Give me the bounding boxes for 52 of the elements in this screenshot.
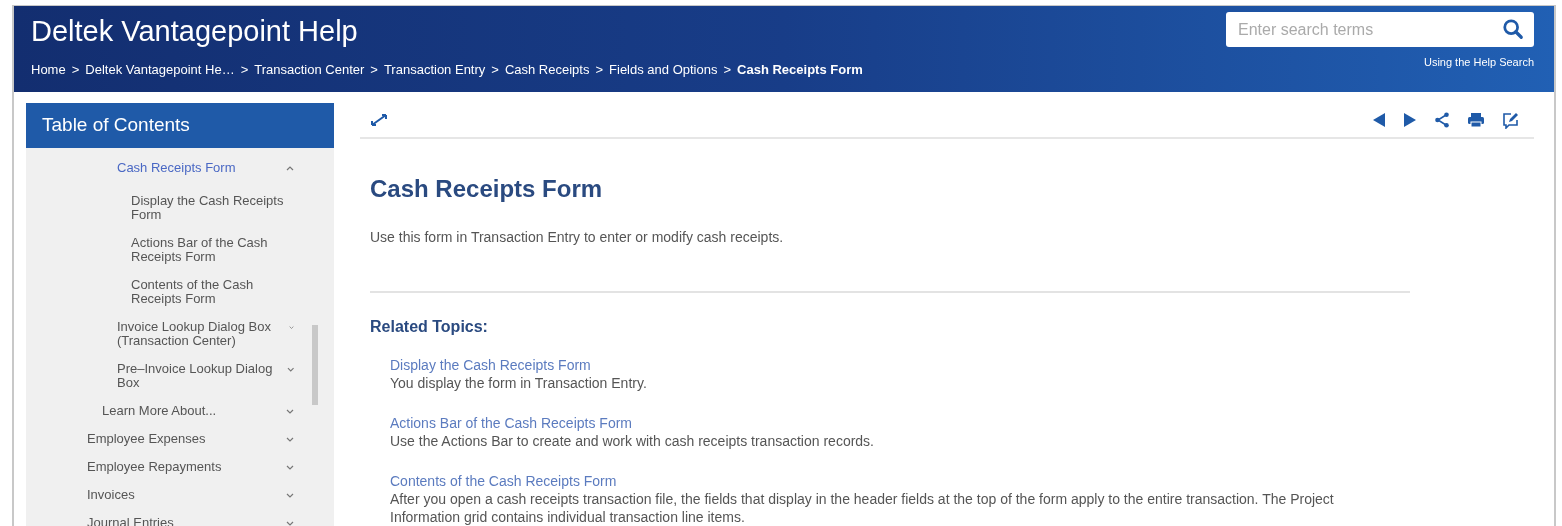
- toc-header: Table of Contents: [26, 103, 334, 148]
- caret-down-icon[interactable]: [286, 493, 294, 498]
- caret-down-icon[interactable]: [286, 465, 294, 470]
- share-icon[interactable]: [1434, 112, 1450, 128]
- site-title: Deltek Vantagepoint Help: [31, 14, 359, 49]
- page-heading: Cash Receipts Form: [370, 174, 604, 204]
- feedback-icon[interactable]: [1502, 111, 1519, 129]
- previous-icon[interactable]: [1372, 112, 1386, 128]
- breadcrumb-separator: >: [370, 61, 378, 79]
- breadcrumb-link[interactable]: Home: [31, 60, 66, 80]
- toc-item[interactable]: Contents of the Cash Receipts Form: [131, 278, 294, 306]
- toc-item[interactable]: Pre–Invoice Lookup Dialog Box: [117, 362, 287, 390]
- breadcrumb-separator: >: [723, 61, 732, 79]
- topic-link[interactable]: Contents of the Cash Receipts Form: [390, 472, 617, 490]
- caret-up-icon[interactable]: [286, 166, 294, 171]
- breadcrumb-separator: >: [240, 61, 249, 79]
- search-help-link[interactable]: Using the Help Search: [1423, 54, 1534, 71]
- toc-item[interactable]: Learn More About...: [102, 404, 217, 418]
- toc-item[interactable]: Cash Receipts Form: [117, 161, 236, 175]
- breadcrumb-link[interactable]: Transaction Center: [254, 60, 365, 80]
- caret-down-icon[interactable]: [286, 521, 294, 526]
- scrollbar-thumb[interactable]: [312, 325, 318, 405]
- toc-item[interactable]: Display the Cash Receipts Form: [131, 194, 294, 222]
- breadcrumb-link[interactable]: Deltek Vantagepoint He…: [85, 60, 235, 80]
- caret-down-icon[interactable]: [286, 367, 294, 372]
- topic-description: After you open a cash receipts transaction file, the fields that display in the header fields at the top of the form apply to the entire transaction. The Project Information grid contains individual transaction line items.: [390, 490, 1335, 526]
- topic-description: Use the Actions Bar to create and work with cash receipts transaction records.: [390, 432, 874, 450]
- caret-down-icon[interactable]: [286, 437, 294, 442]
- next-icon[interactable]: [1403, 112, 1417, 128]
- breadcrumb-separator: >: [491, 61, 499, 79]
- section-heading: Related Topics:: [370, 317, 489, 337]
- topic-description: You display the form in Transaction Entry.: [390, 374, 647, 392]
- breadcrumb-link[interactable]: Cash Receipts Form: [737, 60, 863, 80]
- search-field[interactable]: Enter search terms: [1226, 12, 1534, 47]
- print-icon[interactable]: [1467, 112, 1485, 128]
- topic-link[interactable]: Display the Cash Receipts Form: [390, 356, 591, 374]
- toc-item[interactable]: Employee Expenses: [87, 432, 206, 446]
- breadcrumb-link[interactable]: Fields and Options: [609, 60, 718, 80]
- breadcrumb-separator: >: [71, 61, 80, 79]
- intro-text: Use this form in Transaction Entry to enter or modify cash receipts.: [370, 228, 785, 247]
- expand-icon[interactable]: [370, 113, 388, 127]
- search-icon[interactable]: [1502, 18, 1524, 40]
- toc-item[interactable]: Invoice Lookup Dialog Box (Transaction Center): [117, 320, 289, 348]
- topic-link[interactable]: Actions Bar of the Cash Receipts Form: [390, 414, 632, 432]
- caret-down-icon[interactable]: [289, 325, 294, 330]
- breadcrumb-separator: >: [595, 61, 604, 79]
- caret-down-icon[interactable]: [286, 409, 294, 414]
- toc-item[interactable]: Invoices: [87, 488, 135, 502]
- breadcrumb-link[interactable]: Cash Receipts: [504, 60, 590, 80]
- toc-item[interactable]: Employee Repayments: [87, 460, 222, 474]
- breadcrumb-link[interactable]: Transaction Entry: [383, 60, 486, 80]
- toc-item[interactable]: Actions Bar of the Cash Receipts Form: [131, 236, 294, 264]
